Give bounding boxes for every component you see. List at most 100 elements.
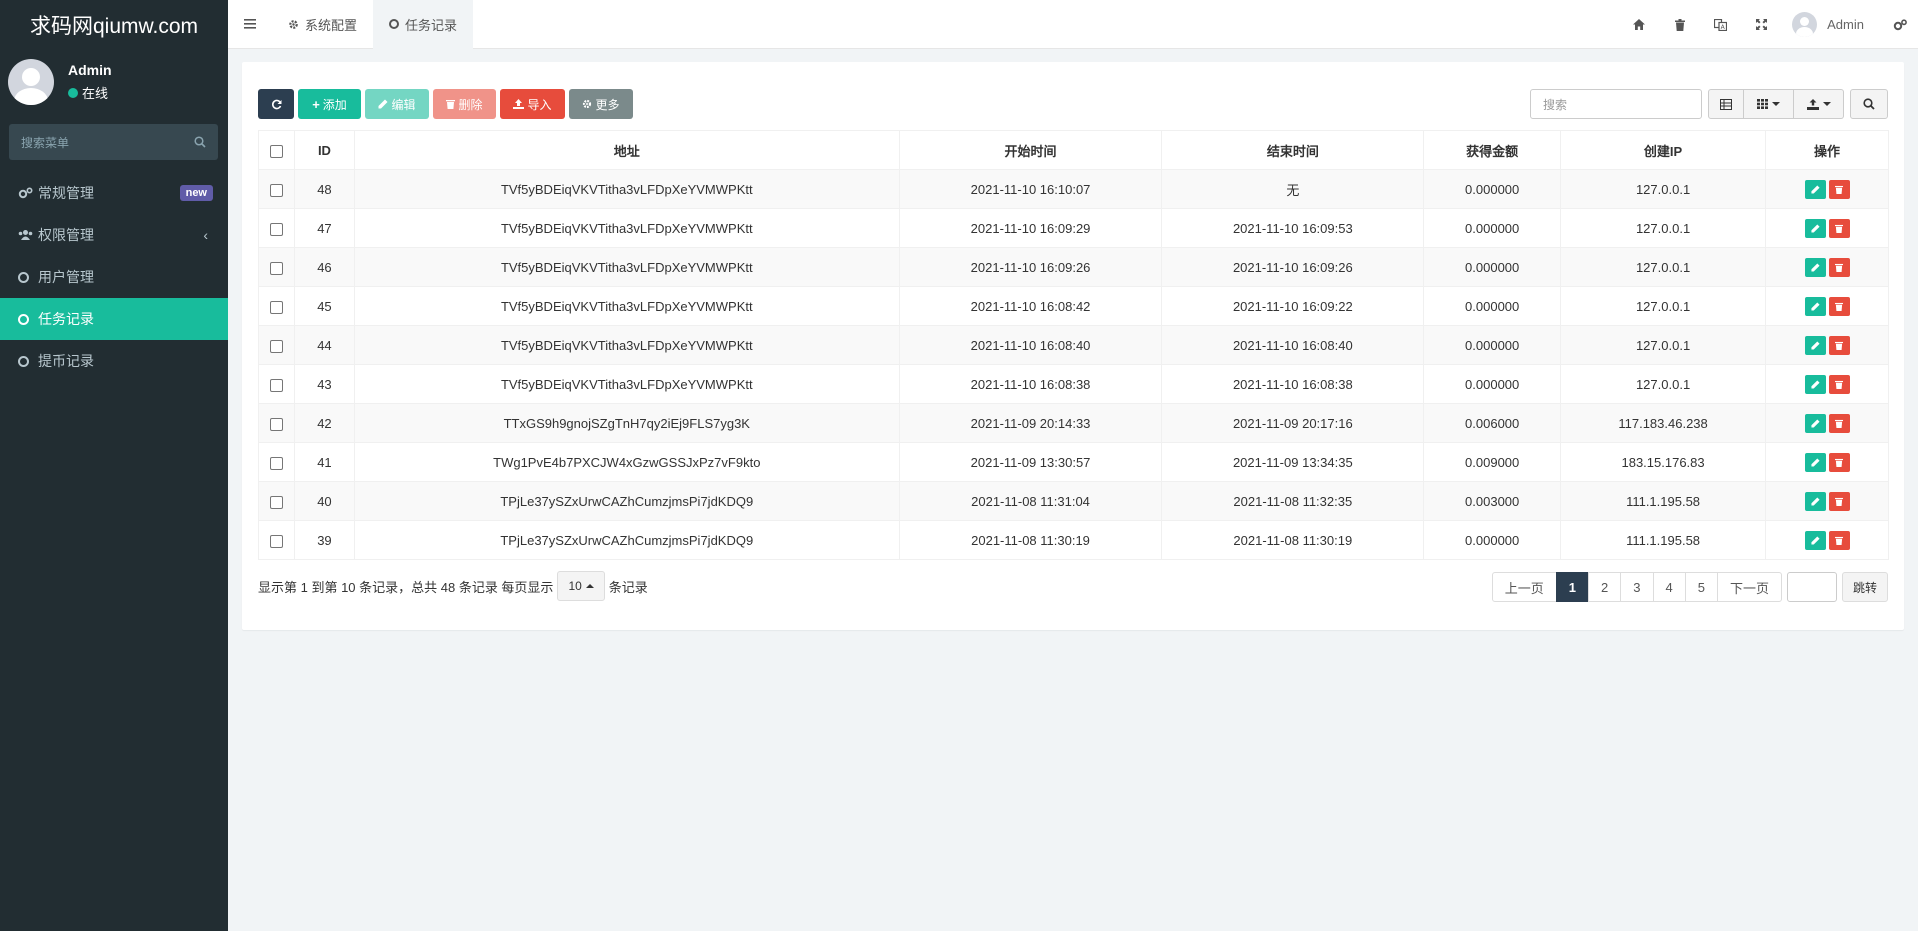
jump-page-input[interactable] [1786,572,1837,602]
row-edit-button[interactable] [1804,179,1826,199]
cell-end-time: 无 [1161,169,1425,209]
sidebar-item-permission[interactable]: 权限管理 ‹ [0,214,228,256]
row-edit-button[interactable] [1804,413,1826,433]
clear-cache-button[interactable] [1659,0,1700,49]
row-delete-button[interactable] [1828,179,1850,199]
language-button[interactable]: A [1700,0,1741,49]
row-delete-button[interactable] [1828,296,1850,316]
row-edit-button[interactable] [1804,374,1826,394]
row-edit-button[interactable] [1804,530,1826,550]
pencil-icon [1810,379,1820,389]
column-header-amount[interactable]: 获得金额 [1423,130,1562,170]
brand-logo[interactable]: 求码网qiumw.com [0,0,228,49]
table-search-input[interactable]: 搜索 [1530,89,1702,119]
trash-icon [1835,302,1843,311]
column-header-id[interactable]: ID [293,130,355,170]
fullscreen-button[interactable] [1741,0,1782,49]
table-row[interactable]: 47 TVf5yBDEiqVKVTitha3vLFDpXeYVMWPKtt 20… [258,208,1889,248]
row-edit-button[interactable] [1804,257,1826,277]
table-row[interactable]: 40 TPjLe37ySZxUrwCAZhCumzjmsPi7jdKDQ9 20… [258,481,1889,521]
select-all-checkbox[interactable] [269,144,283,158]
row-checkbox[interactable] [269,456,283,470]
cell-address: TVf5yBDEiqVKVTitha3vLFDpXeYVMWPKtt [353,364,900,404]
cogs-icon [1893,18,1907,30]
cell-ip: 127.0.0.1 [1560,286,1766,326]
table-row[interactable]: 42 TTxGS9h9gnojSZgTnH7qy2iEj9FLS7yg3K 20… [258,403,1889,443]
columns-dropdown-button[interactable] [1744,89,1794,119]
advanced-search-button[interactable] [1850,89,1888,119]
page-size-dropdown[interactable]: 10 [557,571,605,601]
table-row[interactable]: 46 TVf5yBDEiqVKVTitha3vLFDpXeYVMWPKtt 20… [258,247,1889,287]
row-edit-button[interactable] [1804,491,1826,511]
cell-id: 45 [293,286,355,326]
refresh-icon [271,99,281,109]
cell-ip: 111.1.195.58 [1560,481,1766,521]
row-checkbox[interactable] [269,534,283,548]
pencil-icon [1810,418,1820,428]
tab-task-records[interactable]: 任务记录 [373,0,474,49]
sidebar-item-withdraw[interactable]: 提币记录 [0,340,228,382]
table-row[interactable]: 41 TWg1PvE4b7PXCJW4xGzwGSSJxPz7vF9kto 20… [258,442,1889,482]
jump-button[interactable]: 跳转 [1841,572,1888,602]
row-delete-button[interactable] [1828,452,1850,472]
sidebar-item-label: 任务记录 [38,311,94,327]
sidebar-item-tasks[interactable]: 任务记录 [0,298,228,340]
row-checkbox[interactable] [269,339,283,353]
row-checkbox[interactable] [269,222,283,236]
row-delete-button[interactable] [1828,257,1850,277]
page-button-3[interactable]: 3 [1620,572,1654,602]
row-edit-button[interactable] [1804,452,1826,472]
next-page-button[interactable]: 下一页 [1716,572,1782,602]
refresh-button[interactable] [258,89,294,119]
page-button-5[interactable]: 5 [1684,572,1718,602]
export-dropdown-button[interactable] [1794,89,1844,119]
menu-search-input[interactable]: 搜索菜单 [9,124,218,160]
row-delete-button[interactable] [1828,491,1850,511]
row-delete-button[interactable] [1828,218,1850,238]
control-sidebar-button[interactable] [1882,0,1918,49]
toggle-view-button[interactable] [1708,89,1744,119]
sidebar-item-general[interactable]: 常规管理 new [0,172,228,214]
table-row[interactable]: 45 TVf5yBDEiqVKVTitha3vLFDpXeYVMWPKtt 20… [258,286,1889,326]
page-button-4[interactable]: 4 [1652,572,1686,602]
row-checkbox[interactable] [269,495,283,509]
trash-icon [1835,263,1843,272]
cell-amount: 0.006000 [1423,403,1562,443]
edit-button[interactable]: 编辑 [365,89,429,119]
row-checkbox[interactable] [269,261,283,275]
column-header-end-time[interactable]: 结束时间 [1161,130,1425,170]
add-button[interactable]: + 添加 [298,89,361,119]
user-menu[interactable]: Admin [1782,12,1882,37]
row-checkbox[interactable] [269,417,283,431]
row-checkbox[interactable] [269,378,283,392]
cell-start-time: 2021-11-09 20:14:33 [898,403,1163,443]
prev-page-button[interactable]: 上一页 [1491,572,1557,602]
tab-system-config[interactable]: 系统配置 [272,0,373,49]
column-header-start-time[interactable]: 开始时间 [898,130,1163,170]
cell-address: TTxGS9h9gnojSZgTnH7qy2iEj9FLS7yg3K [353,403,900,443]
delete-button[interactable]: 删除 [433,89,496,119]
column-header-address[interactable]: 地址 [353,130,900,170]
page-button-1[interactable]: 1 [1555,572,1590,602]
row-delete-button[interactable] [1828,374,1850,394]
sidebar-item-users[interactable]: 用户管理 [0,256,228,298]
import-button[interactable]: 导入 [500,89,565,119]
table-row[interactable]: 48 TVf5yBDEiqVKVTitha3vLFDpXeYVMWPKtt 20… [258,169,1889,209]
cell-address: TVf5yBDEiqVKVTitha3vLFDpXeYVMWPKtt [353,208,900,248]
column-header-ip[interactable]: 创建IP [1560,130,1766,170]
more-button[interactable]: 更多 [569,89,633,119]
table-row[interactable]: 43 TVf5yBDEiqVKVTitha3vLFDpXeYVMWPKtt 20… [258,364,1889,404]
table-row[interactable]: 44 TVf5yBDEiqVKVTitha3vLFDpXeYVMWPKtt 20… [258,325,1889,365]
sidebar-toggle-button[interactable] [228,0,272,49]
table-row[interactable]: 39 TPjLe37ySZxUrwCAZhCumzjmsPi7jdKDQ9 20… [258,520,1889,560]
row-edit-button[interactable] [1804,218,1826,238]
page-button-2[interactable]: 2 [1588,572,1622,602]
row-checkbox[interactable] [269,300,283,314]
row-delete-button[interactable] [1828,335,1850,355]
row-delete-button[interactable] [1828,413,1850,433]
row-edit-button[interactable] [1804,335,1826,355]
row-checkbox[interactable] [269,183,283,197]
row-delete-button[interactable] [1828,530,1850,550]
home-button[interactable] [1618,0,1659,49]
row-edit-button[interactable] [1804,296,1826,316]
